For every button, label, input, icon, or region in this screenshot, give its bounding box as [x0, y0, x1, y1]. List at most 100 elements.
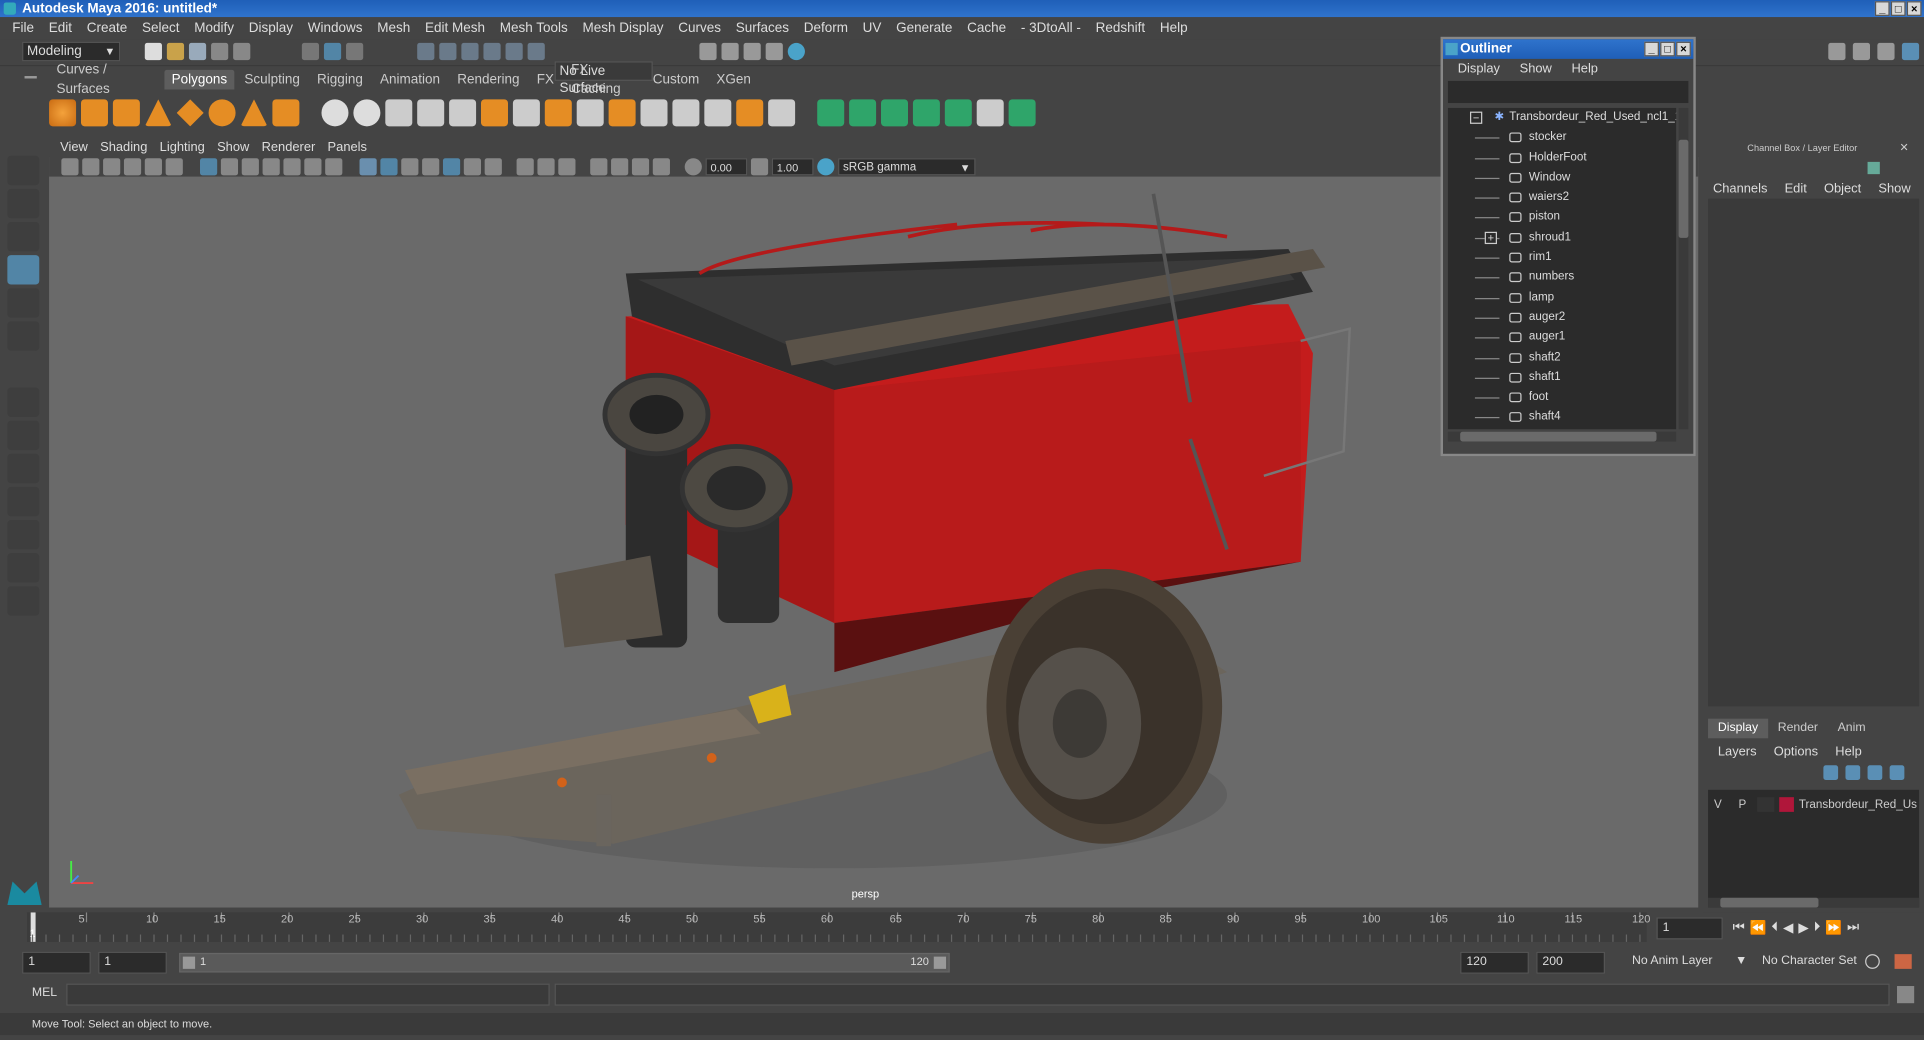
snap-vertex-icon[interactable] — [527, 42, 545, 61]
menu-select[interactable]: Select — [135, 17, 187, 39]
menu-set-dropdown[interactable]: Modeling ▼ — [22, 41, 121, 62]
poly-pipe-icon[interactable] — [272, 99, 300, 127]
maximize-button[interactable]: □ — [1890, 1, 1906, 16]
snap-grid-icon[interactable] — [417, 42, 435, 61]
attribute-editor-icon[interactable] — [1852, 42, 1871, 61]
move-tool-icon[interactable] — [7, 255, 40, 285]
layer-color-swatch[interactable] — [1779, 797, 1794, 812]
character-set-dropdown[interactable]: No Character Set — [1757, 951, 1863, 974]
range-end-handle[interactable] — [933, 956, 947, 969]
command-language-label[interactable]: MEL — [32, 986, 57, 999]
play-forward-icon[interactable]: ▶ — [1798, 920, 1808, 936]
bridge-icon[interactable] — [512, 99, 540, 127]
default-material-icon[interactable] — [401, 158, 419, 176]
lights-icon[interactable] — [463, 158, 481, 176]
bevel-icon[interactable] — [544, 99, 572, 127]
shelf-tab-animation[interactable]: Animation — [373, 70, 448, 90]
resolution-gate-icon[interactable] — [241, 158, 259, 176]
outliner-item[interactable]: foot — [1448, 388, 1676, 408]
save-scene-icon[interactable] — [188, 42, 207, 61]
uv-spherical-icon[interactable] — [881, 99, 909, 127]
grid-icon[interactable] — [200, 158, 218, 176]
uv-unfold-icon[interactable] — [944, 99, 972, 127]
play-back-icon[interactable]: ◀ — [1783, 920, 1793, 936]
menu-edit[interactable]: Edit — [41, 17, 79, 39]
shadows-icon[interactable] — [484, 158, 502, 176]
shelf-tab-polygons[interactable]: Polygons — [164, 69, 235, 90]
range-start-handle[interactable] — [182, 956, 196, 969]
select-tool-icon[interactable] — [7, 155, 40, 186]
layer-menu-options[interactable]: Options — [1764, 743, 1826, 761]
outliner-item[interactable]: + shroud1 — [1448, 228, 1676, 248]
snap-curve-icon[interactable] — [439, 42, 457, 61]
rotate-tool-icon[interactable] — [7, 288, 40, 318]
minimize-button[interactable]: _ — [1874, 1, 1890, 16]
menu-uv[interactable]: UV — [855, 17, 888, 39]
append-icon[interactable] — [576, 99, 604, 127]
snap-view-icon[interactable] — [483, 42, 501, 61]
lasso-tool-icon[interactable] — [7, 188, 40, 219]
outliner-item[interactable]: rim1 — [1448, 248, 1676, 268]
poly-cone-icon[interactable] — [144, 99, 172, 127]
display-layer-row[interactable]: V P Transbordeur_Red_Used — [1708, 795, 1919, 815]
menu-windows[interactable]: Windows — [300, 17, 369, 39]
safe-title-icon[interactable] — [325, 158, 343, 176]
merge-icon[interactable] — [704, 99, 732, 127]
separate-icon[interactable] — [353, 99, 381, 127]
command-input[interactable] — [66, 983, 550, 1006]
move-layer-up-icon[interactable] — [1823, 765, 1839, 781]
open-scene-icon[interactable] — [166, 42, 185, 61]
gamma-icon[interactable] — [750, 158, 769, 176]
outliner-horizontal-scrollbar[interactable] — [1447, 431, 1677, 442]
fill-hole-icon[interactable] — [608, 99, 636, 127]
wireframe-on-shaded-icon[interactable] — [422, 158, 440, 176]
animation-preferences-icon[interactable] — [1894, 954, 1912, 969]
menu-mesh[interactable]: Mesh — [370, 17, 418, 39]
channel-box-close-icon[interactable]: ✕ — [1899, 141, 1908, 154]
panel-menu-view[interactable]: View — [54, 139, 94, 157]
hypershade-layout-icon[interactable] — [7, 520, 40, 550]
select-hierarchy-icon[interactable] — [301, 42, 320, 61]
menu-redshift[interactable]: Redshift — [1088, 17, 1152, 39]
step-forward-key-icon[interactable]: ⏵ — [1814, 920, 1821, 936]
outliner-item[interactable]: Window — [1448, 168, 1676, 188]
persp-uv-layout-icon[interactable] — [7, 553, 40, 583]
script-editor-icon[interactable] — [1897, 986, 1915, 1004]
shelf-tab-xgen[interactable]: XGen — [709, 70, 758, 90]
outliner-menu-display[interactable]: Display — [1448, 59, 1510, 77]
new-scene-icon[interactable] — [144, 42, 162, 61]
shelf-tab-sculpting[interactable]: Sculpting — [237, 70, 307, 90]
uv-automatic-icon[interactable] — [912, 99, 940, 127]
snap-point-icon[interactable] — [461, 42, 479, 61]
boolean-icon[interactable] — [449, 99, 477, 127]
select-camera-icon[interactable] — [61, 158, 79, 176]
poly-cube-icon[interactable] — [80, 99, 108, 127]
outliner-item[interactable]: shaft4 — [1448, 408, 1676, 428]
current-frame-field[interactable]: 1 — [1656, 917, 1723, 940]
smooth-icon[interactable] — [417, 99, 445, 127]
channel-box-menu-channels[interactable]: Channels — [1703, 180, 1775, 198]
channel-box-area[interactable] — [1708, 198, 1920, 707]
outliner-item[interactable]: numbers — [1448, 268, 1676, 288]
uv-cylindrical-icon[interactable] — [849, 99, 877, 127]
mirror-icon[interactable] — [768, 99, 796, 127]
render-settings-icon[interactable] — [765, 42, 783, 61]
channel-box-menu-edit[interactable]: Edit — [1775, 180, 1814, 198]
range-slider[interactable]: 1 120 — [179, 952, 950, 973]
shelf-tab-rigging[interactable]: Rigging — [310, 70, 371, 90]
menu-3dtoall[interactable]: - 3DtoAll - — [1014, 17, 1089, 39]
bookmarks-icon[interactable] — [103, 158, 121, 176]
outliner-item[interactable]: shaft2 — [1448, 348, 1676, 368]
poly-pyramid-icon[interactable] — [240, 99, 268, 127]
menu-surfaces[interactable]: Surfaces — [728, 17, 796, 39]
step-back-key-icon[interactable]: ⏴ — [1771, 920, 1778, 936]
shelf-menu-icon[interactable] — [24, 76, 37, 79]
step-forward-icon[interactable]: ⏩ — [1825, 920, 1842, 936]
menu-generate[interactable]: Generate — [889, 17, 960, 39]
camera-attributes-icon[interactable] — [82, 158, 100, 176]
menu-create[interactable]: Create — [79, 17, 134, 39]
menu-modify[interactable]: Modify — [187, 17, 241, 39]
layer-type-toggle[interactable] — [1757, 797, 1775, 812]
render-frame-icon[interactable] — [721, 42, 739, 61]
select-object-icon[interactable] — [323, 42, 342, 61]
